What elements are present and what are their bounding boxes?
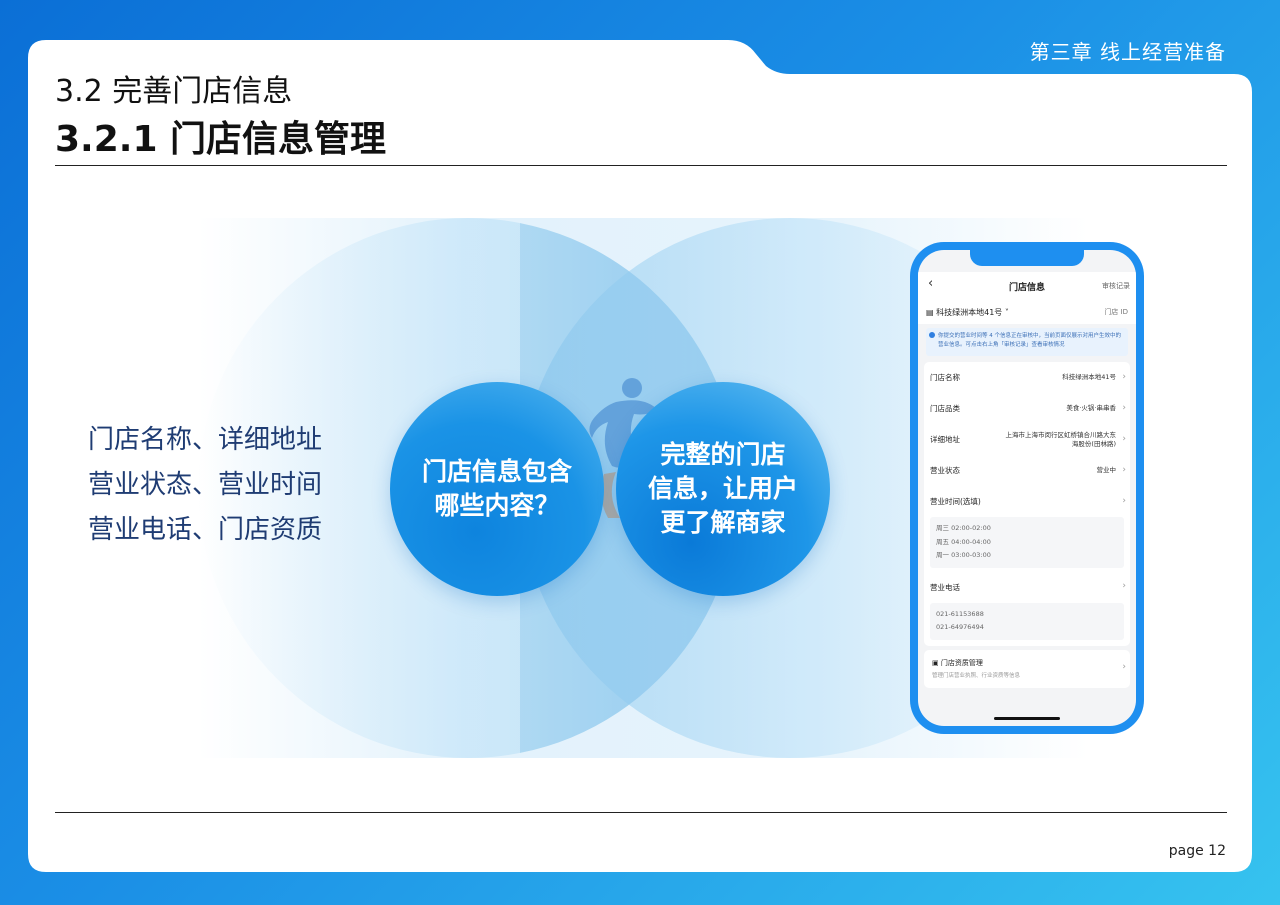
benefit-line: 完整的门店 <box>660 440 786 469</box>
chevron-right-icon: › <box>1122 662 1126 672</box>
chevron-right-icon: › <box>1122 581 1126 591</box>
field-value: 营业中 <box>1096 466 1117 474</box>
field-label: 详细地址 <box>930 435 960 444</box>
back-icon[interactable]: ‹ <box>928 276 933 291</box>
field-label: 营业电话 <box>930 582 960 592</box>
chevron-right-icon: › <box>1122 402 1126 413</box>
feature-line: 门店名称、详细地址 <box>88 425 323 455</box>
hours-item: 周五 04:00-04:00 <box>936 537 991 546</box>
field-value: 上海市上海市闵行区虹桥镇合川路大东海股份(田林路) <box>1005 430 1117 448</box>
feature-list: 门店名称、详细地址 营业状态、营业时间 营业电话、门店资质 <box>88 418 322 553</box>
field-label: 营业时间(选填) <box>930 497 981 506</box>
qualification-title: 门店资质管理 <box>940 659 983 667</box>
store-id-label: 门店 ID <box>1104 308 1128 316</box>
qualification-desc: 管理门店营业执照、行业资质等信息 <box>932 673 1021 679</box>
bottom-divider <box>55 812 1227 813</box>
hours-item: 周一 03:00-03:00 <box>936 551 991 559</box>
audit-record-link[interactable]: 审核记录 <box>1102 281 1130 291</box>
home-indicator <box>994 717 1060 720</box>
field-row-hours[interactable]: 营业时间(选填) › <box>924 486 1130 517</box>
store-icon: ▤ <box>926 307 937 317</box>
field-value: 美食·火锅·串串香 <box>1066 404 1116 412</box>
chevron-right-icon: › <box>1122 433 1126 444</box>
store-name: 科技绿洲本地41号 <box>936 307 1003 317</box>
hours-list: 周三 02:00-02:00 周五 04:00-04:00 周一 03:00-0… <box>930 517 1124 568</box>
top-divider <box>55 165 1227 166</box>
benefit-line: 更了解商家 <box>660 508 786 537</box>
section-title: 3.2.1 门店信息管理 <box>55 119 387 160</box>
field-row-phone[interactable]: 营业电话 › <box>924 572 1130 603</box>
phone-notch <box>970 250 1084 266</box>
phone-screen: ‹ 门店信息 审核记录 ▤ 科技绿洲本地41号 ˅ 门店 ID 你提交的营业时间… <box>918 250 1136 726</box>
info-icon <box>929 332 935 338</box>
benefit-line: 信息，让用户 <box>647 474 798 503</box>
phone-item: 021-61153688 <box>936 609 984 618</box>
certificate-icon: ▣ <box>932 659 941 667</box>
phone-header-title: 门店信息 <box>1008 282 1045 293</box>
phone-header: ‹ 门店信息 审核记录 <box>918 272 1136 300</box>
field-row-store-name[interactable]: 门店名称 科技绿洲本地41号 › <box>924 362 1130 393</box>
phone-mockup: ‹ 门店信息 审核记录 ▤ 科技绿洲本地41号 ˅ 门店 ID 你提交的营业时间… <box>910 242 1144 734</box>
field-label: 门店品类 <box>930 404 960 413</box>
field-label: 门店名称 <box>930 373 960 382</box>
question-line: 门店信息包含 <box>421 457 572 486</box>
phone-item: 021-64976494 <box>936 623 984 631</box>
field-row-category[interactable]: 门店品类 美食·火锅·串串香 › <box>924 393 1130 424</box>
chevron-right-icon: › <box>1122 371 1126 382</box>
feature-line: 营业电话、门店资质 <box>88 515 323 545</box>
page-number: page 12 <box>1168 843 1226 859</box>
chevron-down-icon: ˅ <box>1002 307 1009 317</box>
chevron-right-icon: › <box>1122 495 1126 506</box>
feature-line: 营业状态、营业时间 <box>88 470 323 500</box>
hours-item: 周三 02:00-02:00 <box>936 524 991 532</box>
section-subtitle: 3.2 完善门店信息 <box>55 74 293 109</box>
benefit-circle: 完整的门店 信息，让用户 更了解商家 <box>616 382 830 596</box>
question-line: 哪些内容？ <box>434 491 560 520</box>
question-circle: 门店信息包含 哪些内容？ <box>390 382 604 596</box>
store-fields-panel: 门店名称 科技绿洲本地41号 › 门店品类 美食·火锅·串串香 › 详细地址 上… <box>924 362 1130 646</box>
field-label: 营业状态 <box>930 466 960 475</box>
phone-list: 021-61153688 021-64976494 <box>930 602 1124 640</box>
field-row-address[interactable]: 详细地址 上海市上海市闵行区虹桥镇合川路大东海股份(田林路) › <box>924 424 1130 455</box>
field-value: 科技绿洲本地41号 <box>1062 373 1116 381</box>
audit-notice-text: 你提交的营业时间等 4 个信息正在审核中，当前页面仅展示对用户生效中的营业信息。… <box>938 333 1121 348</box>
slide-content: 3.2 完善门店信息 3.2.1 门店信息管理 门店名称、详细地址 营业状态、营… <box>28 40 1252 872</box>
audit-notice: 你提交的营业时间等 4 个信息正在审核中，当前页面仅展示对用户生效中的营业信息。… <box>926 328 1128 356</box>
chevron-right-icon: › <box>1122 464 1126 475</box>
qualification-row[interactable]: ▣ 门店资质管理 管理门店营业执照、行业资质等信息 › <box>924 650 1130 688</box>
field-row-status[interactable]: 营业状态 营业中 › <box>924 455 1130 486</box>
store-selector[interactable]: ▤ 科技绿洲本地41号 ˅ 门店 ID <box>918 300 1136 324</box>
